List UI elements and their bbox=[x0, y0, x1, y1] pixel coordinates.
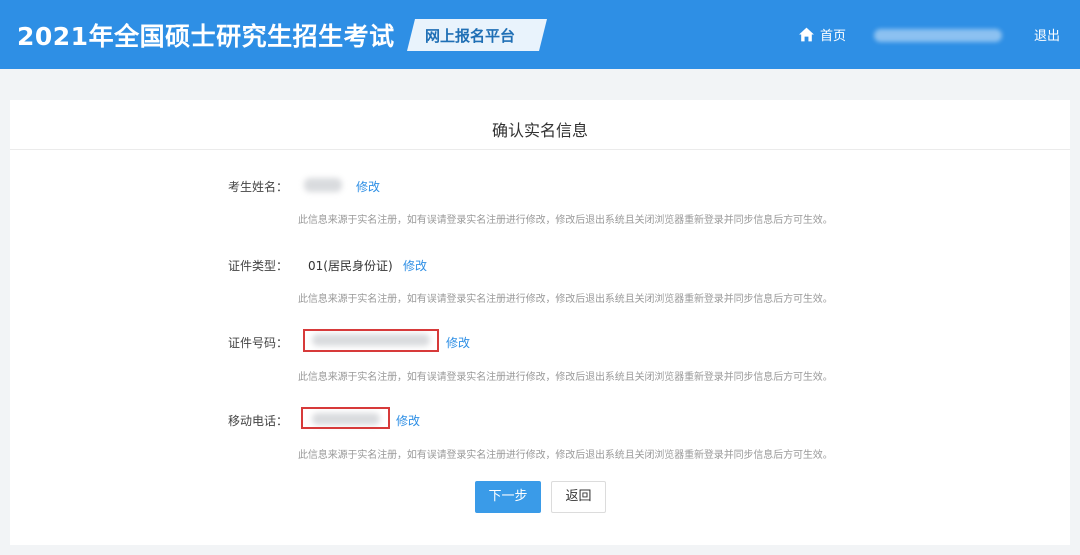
edit-id-number-link[interactable]: 修改 bbox=[446, 334, 470, 351]
home-label: 首页 bbox=[820, 28, 847, 44]
field-label-name: 考生姓名： bbox=[227, 180, 288, 194]
field-hint-mobile: 此信息来源于实名注册，如有误请登录实名注册进行修改，修改后退出系统且关闭浏览器重… bbox=[298, 450, 833, 461]
home-link[interactable]: 首页 bbox=[798, 25, 847, 44]
platform-badge-label: 网上报名平台 bbox=[425, 27, 516, 45]
mobile-highlight bbox=[301, 407, 390, 429]
username-redacted bbox=[874, 29, 1002, 42]
name-value-redacted bbox=[304, 178, 342, 192]
edit-id-type-link[interactable]: 修改 bbox=[403, 257, 427, 274]
field-label-id-type: 证件类型： bbox=[227, 259, 288, 273]
edit-mobile-link[interactable]: 修改 bbox=[396, 412, 420, 429]
card-title: 确认实名信息 bbox=[491, 121, 588, 140]
field-hint-name: 此信息来源于实名注册，如有误请登录实名注册进行修改，修改后退出系统且关闭浏览器重… bbox=[298, 215, 833, 226]
id-type-value: 01(居民身份证) bbox=[308, 259, 393, 273]
logout-link[interactable]: 退出 bbox=[1034, 25, 1060, 44]
field-hint-id-type: 此信息来源于实名注册，如有误请登录实名注册进行修改，修改后退出系统且关闭浏览器重… bbox=[298, 294, 833, 305]
card-header: 确认实名信息 bbox=[10, 100, 1070, 150]
home-icon bbox=[799, 27, 814, 41]
field-hint-id-number: 此信息来源于实名注册，如有误请登录实名注册进行修改，修改后退出系统且关闭浏览器重… bbox=[298, 372, 833, 383]
edit-name-link[interactable]: 修改 bbox=[356, 178, 380, 195]
next-step-button[interactable]: 下一步 bbox=[475, 481, 541, 513]
site-title: 2021年全国硕士研究生招生考试 bbox=[17, 22, 395, 51]
field-label-mobile: 移动电话： bbox=[227, 414, 288, 428]
back-button[interactable]: 返回 bbox=[551, 481, 606, 513]
real-name-confirm-card: 确认实名信息 bbox=[10, 100, 1070, 545]
id-number-highlight bbox=[303, 329, 439, 352]
field-label-id-number: 证件号码： bbox=[227, 336, 288, 350]
top-header: 2021年全国硕士研究生招生考试 网上报名平台 首页 退出 bbox=[0, 0, 1080, 69]
